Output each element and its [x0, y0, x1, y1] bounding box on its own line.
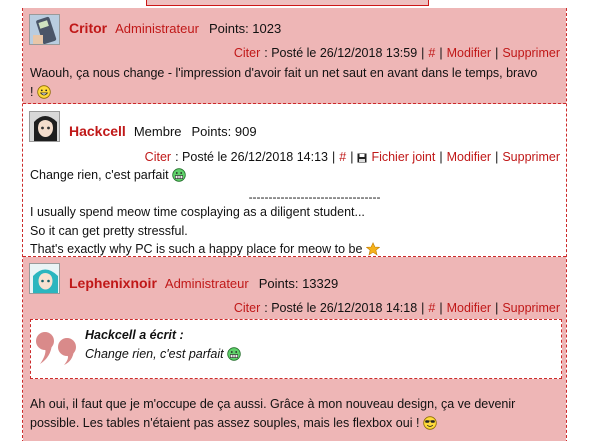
author-points: Points: 1023 [208, 21, 282, 36]
post-text-line: possible. Les tables n'étaient pas assez… [30, 414, 515, 433]
post-date: : Posté le 26/12/2018 14:13 [175, 150, 328, 164]
author-points: Points: 909 [191, 124, 257, 139]
comment-thread: Critor Administrateur Points: 1023 Citer… [22, 8, 567, 441]
post-actions: Citer : Posté le 26/12/2018 14:13 | # | … [145, 150, 560, 164]
separator: | [495, 301, 499, 315]
post-critor: Critor Administrateur Points: 1023 Citer… [23, 8, 566, 104]
post-text-line: ! [30, 83, 537, 102]
post-date: : Posté le 26/12/2018 13:59 [264, 46, 418, 60]
teal-hair-avatar-icon[interactable] [29, 263, 60, 294]
quote-text: Change rien, c'est parfait [85, 347, 241, 361]
separator: | [439, 150, 443, 164]
separator: | [495, 46, 499, 60]
permalink-hash[interactable]: # [339, 150, 346, 164]
permalink-hash[interactable]: # [428, 301, 435, 315]
quote-block: Hackcell a écrit : Change rien, c'est pa… [30, 319, 562, 379]
separator: | [331, 150, 336, 164]
post-text-line: Change rien, c'est parfait [30, 166, 186, 185]
delete-link[interactable]: Supprimer [502, 150, 560, 164]
grimace-emoji-icon [172, 168, 186, 182]
star-emoji-icon [365, 242, 381, 256]
author-name[interactable]: Critor [69, 20, 107, 36]
author-role: Administrateur [164, 276, 249, 291]
modify-link[interactable]: Modifier [447, 46, 491, 60]
author-points: Points: 13329 [258, 276, 339, 291]
post-hackcell: Hackcell Membre Points: 909 Citer : Post… [23, 104, 566, 257]
author-name[interactable]: Lephenixnoir [69, 275, 157, 291]
separator: | [495, 150, 499, 164]
quote-mark-icon [33, 324, 81, 369]
separator: | [421, 46, 425, 60]
author-role: Administrateur [115, 21, 199, 36]
grin-emoji-icon [37, 84, 51, 99]
separator: | [439, 301, 443, 315]
author-role: Membre [133, 124, 182, 139]
author-name[interactable]: Hackcell [69, 123, 126, 139]
permalink-hash[interactable]: # [428, 46, 435, 60]
post-text-line: I usually spend meow time cosplaying as … [30, 205, 365, 219]
separator: | [439, 46, 443, 60]
post-text-line: So it can get pretty stressful. [30, 223, 188, 238]
text-separator: --------------------------------- [248, 190, 381, 204]
attachment-link[interactable]: Fichier joint [371, 150, 435, 164]
modify-link[interactable]: Modifier [447, 301, 491, 315]
post-header: Critor Administrateur Points: 1023 [69, 20, 281, 36]
post-body-continued: I usually spend meow time cosplaying as … [30, 203, 381, 259]
delete-link[interactable]: Supprimer [502, 301, 560, 315]
post-body: Ah oui, il faut que je m'occupe de ça au… [30, 395, 515, 432]
calculator-avatar-icon[interactable] [29, 14, 60, 45]
post-date: : Posté le 26/12/2018 14:18 [264, 301, 418, 315]
cite-link[interactable]: Citer [234, 46, 260, 60]
quote-author: Hackcell a écrit : [85, 328, 184, 342]
sunglasses-emoji-icon [423, 415, 437, 430]
post-text-line: Ah oui, il faut que je m'occupe de ça au… [30, 397, 516, 411]
post-header: Lephenixnoir Administrateur Points: 1332… [69, 275, 338, 291]
cite-link[interactable]: Citer [145, 150, 171, 164]
post-body: Change rien, c'est parfait [30, 166, 186, 185]
previous-element-edge [146, 0, 429, 6]
grimace-emoji-icon [227, 347, 241, 361]
cite-link[interactable]: Citer [234, 301, 260, 315]
post-header: Hackcell Membre Points: 909 [69, 123, 257, 139]
post-text-line: That's exactly why PC is such a happy pl… [30, 240, 381, 259]
post-actions: Citer : Posté le 26/12/2018 13:59 | # | … [234, 46, 560, 60]
delete-link[interactable]: Supprimer [502, 46, 560, 60]
post-body: Waouh, ça nous change - l'impression d'a… [30, 64, 537, 101]
post-actions: Citer : Posté le 26/12/2018 14:18 | # | … [234, 301, 560, 315]
modify-link[interactable]: Modifier [447, 150, 491, 164]
post-lephenixnoir: Lephenixnoir Administrateur Points: 1332… [23, 257, 566, 441]
separator: | [421, 301, 425, 315]
anime-girl-avatar-icon[interactable] [29, 111, 60, 142]
separator: | [350, 150, 354, 164]
floppy-disk-icon [357, 152, 367, 163]
post-text-line: Waouh, ça nous change - l'impression d'a… [30, 66, 538, 80]
